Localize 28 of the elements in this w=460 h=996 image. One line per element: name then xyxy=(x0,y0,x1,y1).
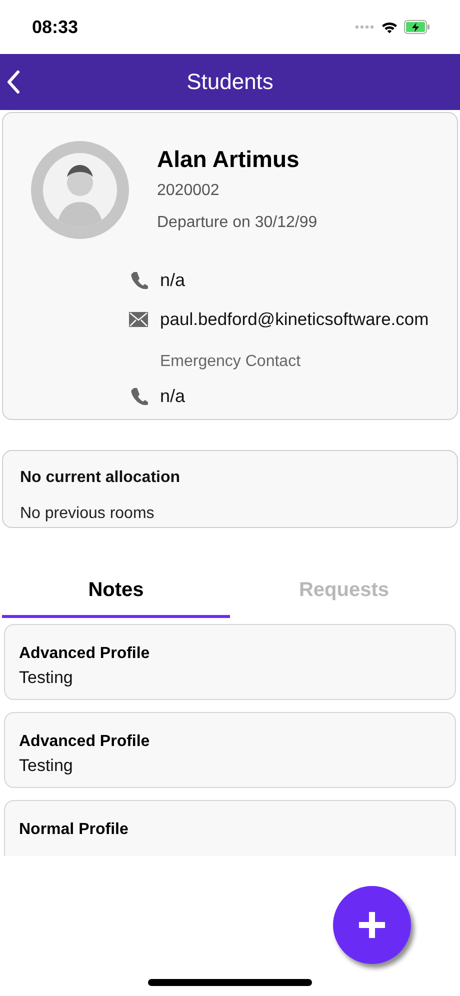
phone-icon xyxy=(130,271,148,289)
note-title: Advanced Profile xyxy=(19,645,151,663)
plus-icon xyxy=(356,909,388,941)
phone-icon xyxy=(130,387,148,405)
student-id: 2020002 xyxy=(157,182,220,201)
signal-icon xyxy=(355,25,375,29)
note-title: Normal Profile xyxy=(19,821,130,839)
note-card[interactable]: Advanced Profile Testing xyxy=(4,712,456,788)
page-title: Students xyxy=(186,69,274,95)
phone-number: n/a xyxy=(160,386,186,406)
note-text: Testing xyxy=(19,668,74,688)
phone-number: n/a xyxy=(160,270,186,290)
departure-date: Departure on 30/12/99 xyxy=(157,214,318,232)
contact-label: Emergency Contact xyxy=(160,353,301,371)
mail-icon xyxy=(129,312,148,326)
allocation-status: No current allocation xyxy=(20,469,182,487)
battery-charging-icon xyxy=(404,20,430,34)
rooms-history: No previous rooms xyxy=(20,505,156,523)
note-text: Testing xyxy=(19,756,74,776)
wifi-icon xyxy=(381,20,398,34)
status-time: 08:33 xyxy=(32,16,78,38)
note-card[interactable]: Normal Profile xyxy=(4,800,456,856)
note-card[interactable]: Advanced Profile Testing xyxy=(4,624,456,700)
student-name: Alan Artimus xyxy=(157,146,300,174)
tab[interactable]: Notes xyxy=(2,566,230,618)
back-icon xyxy=(6,70,20,94)
email-address: paul.bedford@kineticsoftware.com xyxy=(160,308,429,330)
note-title: Advanced Profile xyxy=(19,733,151,751)
